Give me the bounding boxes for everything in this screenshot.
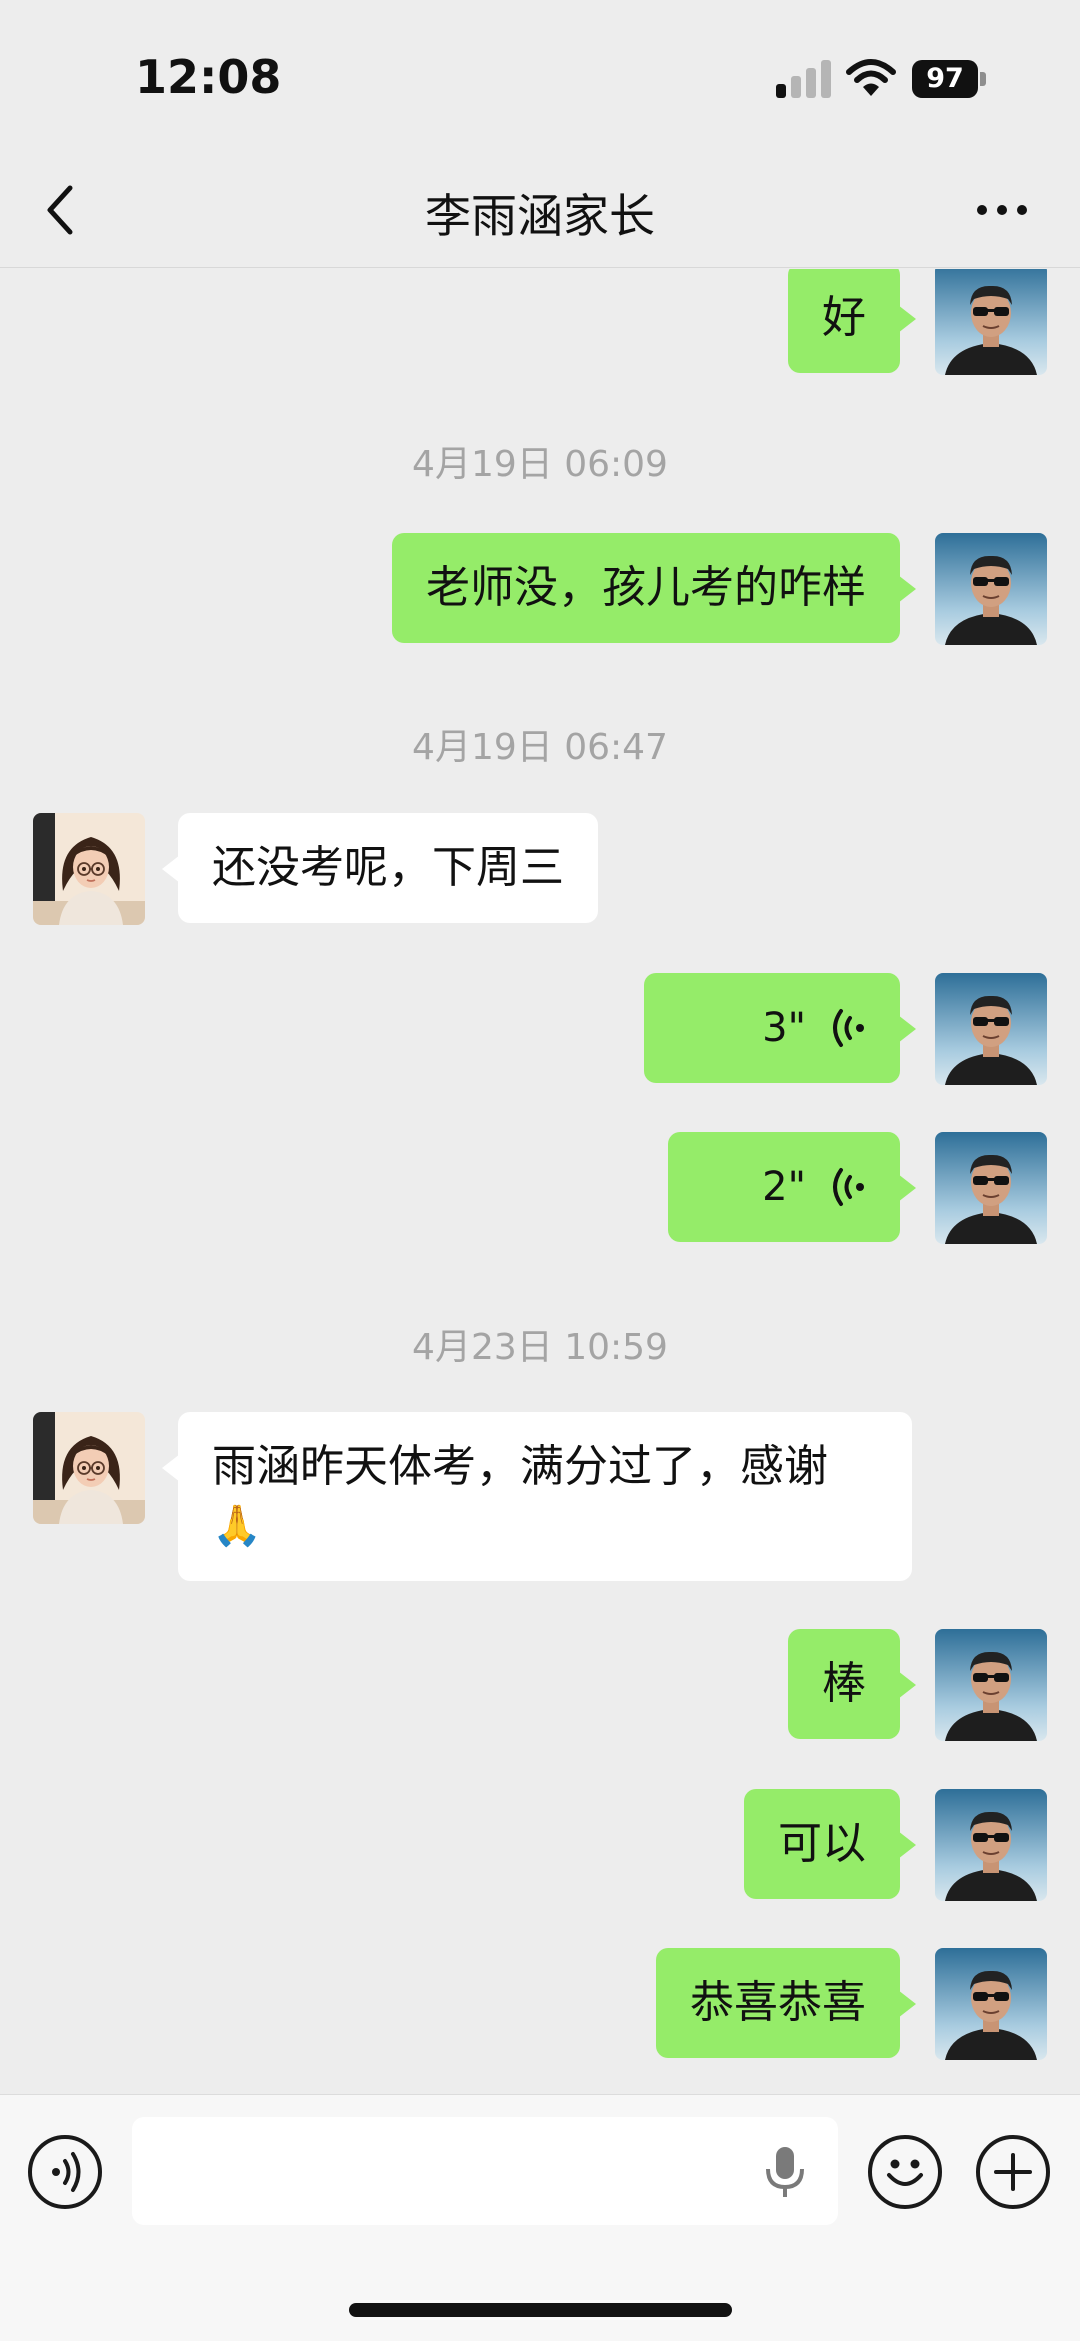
message-bubble-outgoing[interactable]: 老师没，孩儿考的咋样 bbox=[392, 533, 916, 643]
avatar-self[interactable] bbox=[935, 973, 1047, 1085]
message-text: 雨涵昨天体考，满分过了，感谢 bbox=[212, 1441, 828, 1492]
status-bar: 12:08 97 bbox=[0, 0, 1080, 150]
voice-message-outgoing[interactable]: 3" bbox=[644, 973, 916, 1083]
avatar-self[interactable] bbox=[935, 1629, 1047, 1741]
message-bubble-incoming[interactable]: 雨涵昨天体考，满分过了，感谢 🙏 bbox=[162, 1412, 912, 1581]
message-bubble-outgoing[interactable]: 好 bbox=[788, 269, 916, 373]
man-sunglasses-avatar-image bbox=[935, 533, 1047, 645]
signal-icon bbox=[776, 60, 832, 98]
message-text: 老师没，孩儿考的咋样 bbox=[426, 562, 866, 613]
plus-button[interactable] bbox=[976, 2135, 1050, 2209]
girl-glasses-avatar-image bbox=[33, 813, 145, 925]
man-sunglasses-avatar-image bbox=[935, 1132, 1047, 1244]
voice-duration: 3" bbox=[762, 1005, 806, 1051]
nav-bar: 李雨涵家长 bbox=[0, 150, 1080, 268]
avatar-self[interactable] bbox=[935, 1132, 1047, 1244]
more-icon[interactable] bbox=[972, 180, 1032, 240]
avatar-self[interactable] bbox=[935, 1948, 1047, 2060]
plus-icon bbox=[994, 2153, 1032, 2191]
emoji-icon bbox=[887, 2159, 923, 2186]
message-text: 还没考呢，下周三 bbox=[212, 842, 564, 893]
home-indicator[interactable] bbox=[349, 2303, 732, 2317]
message-bubble-incoming[interactable]: 还没考呢，下周三 bbox=[162, 813, 598, 923]
timestamp: 4月19日 06:47 bbox=[412, 727, 668, 768]
message-text: 好 bbox=[822, 292, 866, 343]
microphone-icon[interactable] bbox=[764, 2145, 806, 2199]
chat-title: 李雨涵家长 bbox=[425, 189, 655, 243]
man-sunglasses-avatar-image bbox=[935, 1629, 1047, 1741]
message-text: 可以 bbox=[778, 1818, 866, 1869]
message-input[interactable] bbox=[132, 2117, 838, 2225]
praying-hands-emoji: 🙏 bbox=[212, 1503, 262, 1549]
avatar-contact[interactable] bbox=[33, 1412, 145, 1524]
message-bubble-outgoing[interactable]: 棒 bbox=[788, 1629, 916, 1739]
message-text: 恭喜恭喜 bbox=[690, 1977, 866, 2028]
man-sunglasses-avatar-image bbox=[935, 1948, 1047, 2060]
avatar-contact[interactable] bbox=[33, 813, 145, 925]
avatar-self[interactable] bbox=[935, 1789, 1047, 1901]
avatar-self[interactable] bbox=[935, 269, 1047, 375]
wifi-icon bbox=[846, 59, 896, 96]
message-text: 棒 bbox=[822, 1658, 866, 1709]
timestamp: 4月23日 10:59 bbox=[412, 1327, 668, 1368]
avatar-self[interactable] bbox=[935, 533, 1047, 645]
battery-icon: 97 bbox=[912, 60, 986, 98]
timestamp: 4月19日 06:09 bbox=[412, 444, 668, 485]
voice-wave-icon bbox=[833, 1168, 864, 1206]
man-sunglasses-avatar-image bbox=[935, 973, 1047, 1085]
battery-level: 97 bbox=[912, 60, 978, 98]
message-bubble-outgoing[interactable]: 可以 bbox=[744, 1789, 916, 1899]
voice-wave-icon bbox=[833, 1009, 864, 1047]
girl-glasses-avatar-image bbox=[33, 1412, 145, 1524]
chat-area[interactable]: 好 4月19日 06:09 老师没，孩儿考的咋样 4月19日 06:47 还没考… bbox=[0, 269, 1080, 2094]
status-time: 12:08 bbox=[135, 50, 282, 104]
man-sunglasses-avatar-image bbox=[935, 269, 1047, 375]
voice-duration: 2" bbox=[762, 1164, 806, 1210]
man-sunglasses-avatar-image bbox=[935, 1789, 1047, 1901]
voice-mode-button[interactable] bbox=[28, 2135, 102, 2209]
voice-mode-icon bbox=[52, 2152, 81, 2192]
message-bubble-outgoing[interactable]: 恭喜恭喜 bbox=[656, 1948, 916, 2058]
voice-message-outgoing[interactable]: 2" bbox=[668, 1132, 916, 1242]
emoji-button[interactable] bbox=[868, 2135, 942, 2209]
